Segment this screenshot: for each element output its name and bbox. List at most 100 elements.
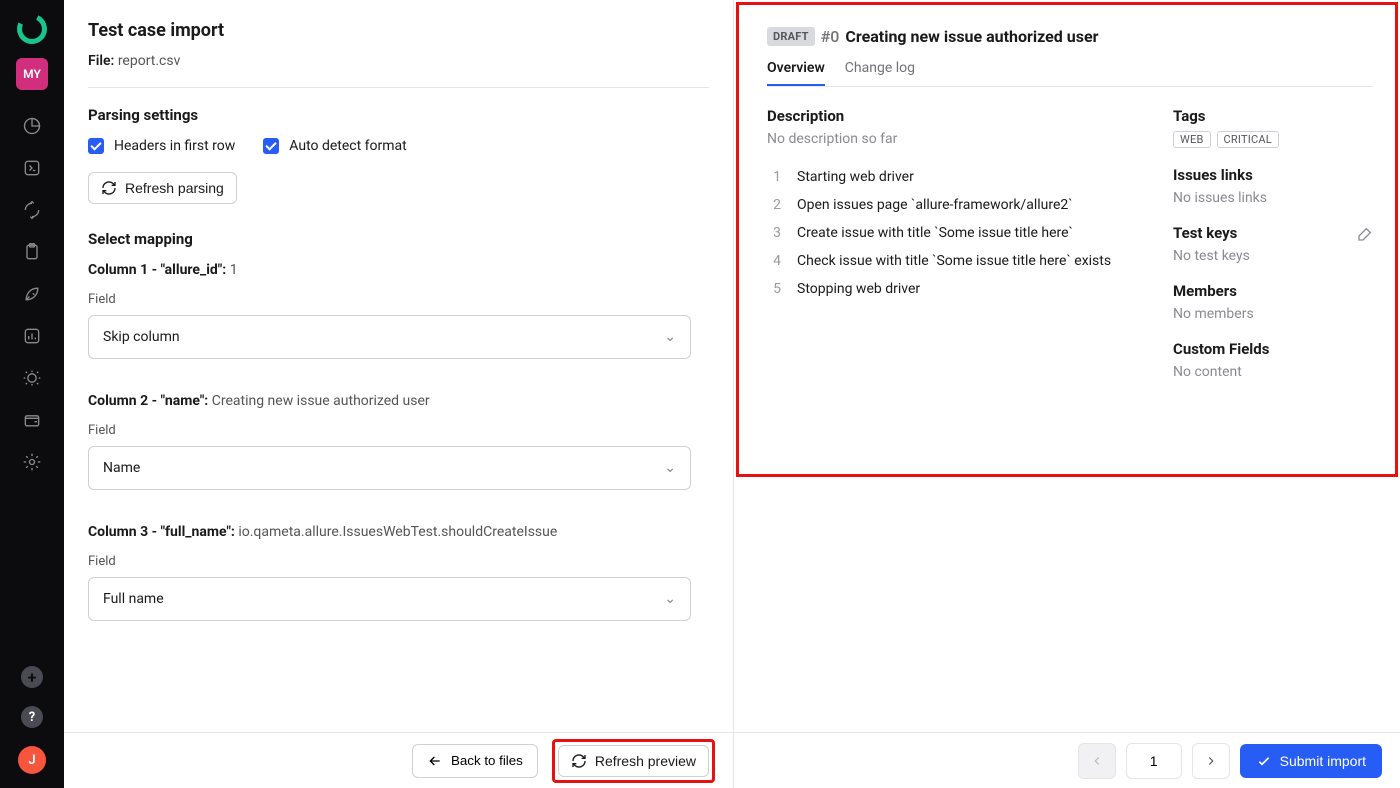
members-empty: No members bbox=[1173, 306, 1373, 322]
file-info: File: report.csv bbox=[88, 53, 709, 69]
chevron-right-icon bbox=[1204, 754, 1218, 768]
column-header-prefix: Column 3 - "full_name": bbox=[88, 524, 235, 540]
refresh-preview-label: Refresh preview bbox=[595, 753, 696, 769]
add-icon[interactable]: + bbox=[21, 666, 43, 688]
step-row: 3 Create issue with title `Some issue tit… bbox=[767, 225, 1143, 241]
chevron-down-icon: ⌄ bbox=[664, 460, 676, 476]
file-label: File: bbox=[88, 53, 114, 69]
page-number-input[interactable] bbox=[1126, 743, 1182, 779]
tab-change-log[interactable]: Change log bbox=[845, 60, 915, 86]
edit-icon[interactable] bbox=[1357, 226, 1373, 246]
refresh-preview-button[interactable]: Refresh preview bbox=[558, 745, 709, 777]
refresh-icon bbox=[101, 180, 117, 196]
tab-overview[interactable]: Overview bbox=[767, 60, 825, 86]
dashboard-icon[interactable] bbox=[22, 116, 42, 136]
right-footer: Submit import bbox=[734, 732, 1400, 788]
refresh-preview-highlight: Refresh preview bbox=[552, 739, 715, 783]
test-keys-title: Test keys bbox=[1173, 224, 1237, 242]
chevron-down-icon: ⌄ bbox=[664, 591, 676, 607]
tag-badge: WEB bbox=[1173, 131, 1211, 148]
prev-page-button[interactable] bbox=[1078, 743, 1116, 779]
custom-fields-title: Custom Fields bbox=[1173, 340, 1373, 358]
testcase-title: Creating new issue authorized user bbox=[845, 27, 1098, 46]
step-text: Check issue with title `Some issue title… bbox=[797, 253, 1111, 269]
check-icon bbox=[1256, 753, 1272, 769]
steps-list: 1Starting web driver 2 Open issues page `… bbox=[767, 169, 1143, 297]
parsing-settings-title: Parsing settings bbox=[88, 106, 709, 124]
defects-icon[interactable] bbox=[22, 368, 42, 388]
step-number: 2 bbox=[767, 197, 781, 213]
column-header-prefix: Column 1 - "allure_id": bbox=[88, 262, 226, 278]
field-label: Field bbox=[88, 554, 709, 569]
back-to-files-button[interactable]: Back to files bbox=[412, 744, 538, 778]
page-title: Test case import bbox=[88, 20, 709, 41]
field-select-value: Skip column bbox=[103, 329, 180, 345]
headers-checkbox[interactable]: Headers in first row bbox=[88, 138, 235, 154]
clipboard-icon[interactable] bbox=[22, 242, 42, 262]
checkbox-icon bbox=[263, 138, 279, 154]
arrow-left-icon bbox=[427, 753, 443, 769]
step-number: 4 bbox=[767, 253, 781, 269]
app-sidebar: MY + ? J bbox=[0, 0, 64, 788]
step-number: 3 bbox=[767, 225, 781, 241]
autodetect-checkbox-label: Auto detect format bbox=[289, 138, 406, 154]
step-row: 2 Open issues page `allure-framework/allu… bbox=[767, 197, 1143, 213]
field-label: Field bbox=[88, 292, 709, 307]
custom-fields-empty: No content bbox=[1173, 364, 1373, 380]
chevron-down-icon: ⌄ bbox=[664, 329, 676, 345]
settings-icon[interactable] bbox=[22, 452, 42, 472]
left-footer: Back to files Refresh preview bbox=[64, 732, 733, 788]
testcase-id: #0 bbox=[821, 27, 840, 46]
step-number: 1 bbox=[767, 169, 781, 185]
step-row: 1Starting web driver bbox=[767, 169, 1143, 185]
step-row: 5 Stopping web driver bbox=[767, 281, 1143, 297]
column-header-value: io.qameta.allure.IssuesWebTest.shouldCre… bbox=[238, 524, 557, 540]
step-text: Stopping web driver bbox=[797, 281, 920, 297]
column-header-prefix: Column 2 - "name": bbox=[88, 393, 208, 409]
step-text: Open issues page `allure-framework/allur… bbox=[797, 197, 1073, 213]
field-select-3[interactable]: Full name ⌄ bbox=[88, 577, 691, 621]
preview-tabs: Overview Change log bbox=[767, 60, 1373, 87]
mapping-column-2: Column 2 - "name": Creating new issue au… bbox=[88, 393, 709, 490]
rocket-icon[interactable] bbox=[22, 284, 42, 304]
project-badge[interactable]: MY bbox=[16, 58, 48, 90]
step-row: 4 Check issue with title `Some issue titl… bbox=[767, 253, 1143, 269]
field-select-2[interactable]: Name ⌄ bbox=[88, 446, 691, 490]
submit-import-button[interactable]: Submit import bbox=[1240, 744, 1382, 778]
test-keys-empty: No test keys bbox=[1173, 248, 1373, 264]
submit-import-label: Submit import bbox=[1280, 753, 1366, 769]
headers-checkbox-label: Headers in first row bbox=[114, 138, 235, 154]
column-header-value: 1 bbox=[230, 262, 238, 278]
chevron-left-icon bbox=[1090, 754, 1104, 768]
file-name: report.csv bbox=[118, 53, 181, 69]
refresh-parsing-button[interactable]: Refresh parsing bbox=[88, 172, 237, 204]
column-header-value: Creating new issue authorized user bbox=[212, 393, 430, 409]
next-page-button[interactable] bbox=[1192, 743, 1230, 779]
select-mapping-title: Select mapping bbox=[88, 230, 709, 248]
mapping-column-3: Column 3 - "full_name": io.qameta.allure… bbox=[88, 524, 709, 621]
step-text: Create issue with title `Some issue titl… bbox=[797, 225, 1073, 241]
tag-badge: CRITICAL bbox=[1217, 131, 1279, 148]
tags-title: Tags bbox=[1173, 107, 1373, 125]
back-to-files-label: Back to files bbox=[451, 753, 523, 768]
field-select-value: Full name bbox=[103, 591, 164, 607]
app-logo[interactable] bbox=[13, 10, 51, 48]
field-select-1[interactable]: Skip column ⌄ bbox=[88, 315, 691, 359]
autodetect-checkbox[interactable]: Auto detect format bbox=[263, 138, 406, 154]
field-select-value: Name bbox=[103, 460, 140, 476]
preview-highlight-box: DRAFT #0 Creating new issue authorized u… bbox=[736, 2, 1398, 477]
members-title: Members bbox=[1173, 282, 1373, 300]
field-label: Field bbox=[88, 423, 709, 438]
description-empty: No description so far bbox=[767, 131, 1143, 147]
description-title: Description bbox=[767, 107, 1143, 125]
issues-links-title: Issues links bbox=[1173, 166, 1373, 184]
step-number: 5 bbox=[767, 281, 781, 297]
analytics-icon[interactable] bbox=[22, 326, 42, 346]
user-avatar[interactable]: J bbox=[18, 746, 46, 774]
test-cases-icon[interactable] bbox=[22, 158, 42, 178]
refresh-icon bbox=[571, 753, 587, 769]
help-icon[interactable]: ? bbox=[21, 706, 43, 728]
refresh-parsing-label: Refresh parsing bbox=[125, 180, 224, 196]
wallet-icon[interactable] bbox=[22, 410, 42, 430]
launches-icon[interactable] bbox=[22, 200, 42, 220]
